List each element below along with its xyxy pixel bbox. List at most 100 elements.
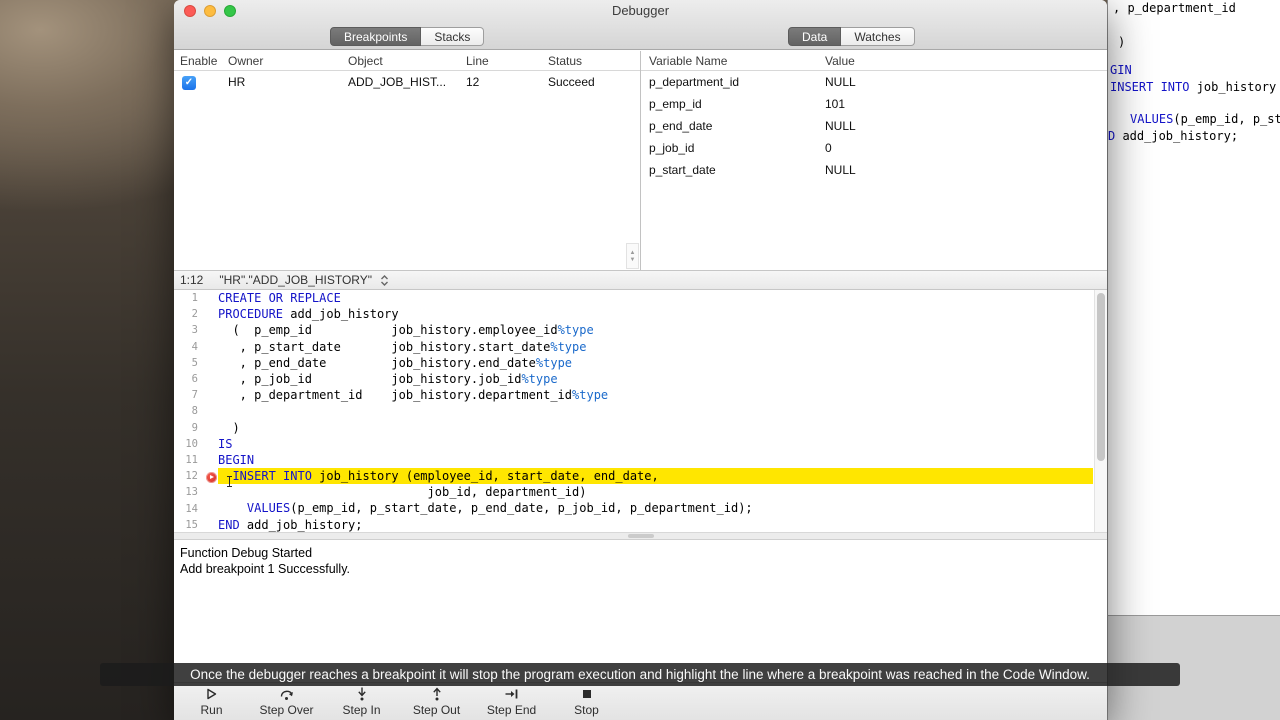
variable-row[interactable]: p_department_id NULL [641, 71, 1107, 93]
debugger-window: Debugger Breakpoints Stacks Data Watches E… [174, 0, 1107, 720]
vertical-scrollbar[interactable] [1094, 290, 1107, 532]
line-number: 13 [185, 486, 198, 499]
background-code-line: , p_department_id [1113, 1, 1236, 15]
tab-stacks[interactable]: Stacks [421, 27, 485, 46]
code-line[interactable]: 10 IS [174, 436, 1107, 452]
video-caption: Once the debugger reaches a breakpoint i… [100, 663, 1180, 686]
variable-row[interactable]: p_end_date NULL [641, 115, 1107, 137]
code-line[interactable]: 15 END add_job_history; [174, 517, 1107, 532]
code-line[interactable]: 11 BEGIN [174, 452, 1107, 468]
line-number: 10 [185, 437, 198, 450]
cell-status: Succeed [548, 75, 595, 89]
text-cursor [227, 476, 232, 487]
code-line[interactable]: 3 ( p_emp_id job_history.employee_id%typ… [174, 322, 1107, 338]
code-line[interactable]: 2 PROCEDURE add_job_history [174, 306, 1107, 322]
vertical-scrollbar-thumb[interactable] [1097, 293, 1105, 461]
code-text: , p_start_date job_history.start_date%ty… [218, 339, 587, 354]
breakpoints-table-header: Enable Owner Object Line Status [174, 51, 640, 71]
code-text: , p_department_id job_history.department… [218, 388, 609, 403]
cell-object: ADD_JOB_HIST... [348, 75, 447, 89]
tab-watches[interactable]: Watches [841, 27, 915, 46]
pane-splitter[interactable] [174, 532, 1107, 540]
code-line[interactable]: 13 job_id, department_id) [174, 484, 1107, 500]
code-line[interactable]: 7 , p_department_id job_history.departme… [174, 387, 1107, 403]
line-number: 2 [191, 308, 198, 321]
object-selector-dropdown[interactable]: "HR"."ADD_JOB_HISTORY" [219, 273, 390, 287]
code-text: INSERT INTO job_history (employee_id, st… [218, 468, 1093, 485]
code-lines: 1 CREATE OR REPLACE 2 PROCEDURE add_job_his… [174, 290, 1107, 532]
log-line: Function Debug Started [180, 546, 313, 560]
code-line[interactable]: 4 , p_start_date job_history.start_date%… [174, 339, 1107, 355]
step-end-icon [504, 687, 520, 701]
variable-value: NULL [825, 75, 856, 89]
column-header-enable[interactable]: Enable [180, 54, 228, 68]
code-text: ) [218, 420, 240, 435]
debug-button-label: Step In [342, 703, 381, 717]
code-line[interactable]: 8 [174, 403, 1107, 419]
debug-button-label: Stop [574, 703, 599, 717]
line-number: 7 [191, 389, 198, 402]
code-editor[interactable]: 1 CREATE OR REPLACE 2 PROCEDURE add_job_his… [174, 290, 1107, 532]
debug-button-label: Step Out [412, 703, 461, 717]
variable-row[interactable]: p_start_date NULL [641, 159, 1107, 181]
code-text: VALUES(p_emp_id, p_start_date, p_end_dat… [246, 501, 753, 516]
debug-toolbar: Run Step Over Step In Step Out Step End Stop [174, 682, 1107, 720]
code-text: ( p_emp_id job_history.employee_id%type [218, 323, 594, 338]
code-editor-header: 1:12 "HR"."ADD_JOB_HISTORY" [174, 270, 1107, 290]
line-number: 9 [191, 421, 198, 434]
code-text: CREATE OR REPLACE [218, 291, 341, 305]
breakpoint-marker[interactable] [206, 472, 217, 484]
step-end-button[interactable]: Step End [474, 687, 549, 717]
column-header-owner[interactable]: Owner [228, 54, 348, 68]
line-number: 12 [174, 470, 218, 484]
stop-button[interactable]: Stop [549, 687, 624, 717]
splitter-grip[interactable] [627, 534, 654, 538]
code-text: PROCEDURE add_job_history [218, 307, 399, 322]
scroll-down-icon: ▼ [629, 256, 636, 263]
cell-owner: HR [228, 75, 246, 89]
top-panels: Enable Owner Object Line Status ✓ HR ADD_JOB_H… [174, 51, 1107, 270]
background-code-line: ) [1118, 35, 1126, 49]
background-code-line: INSERT INTO job_history [1110, 80, 1277, 94]
breakpoint-enabled-checkbox[interactable]: ✓ [182, 76, 196, 90]
variable-value: NULL [825, 119, 856, 133]
variable-row[interactable]: p_job_id 0 [641, 137, 1107, 159]
breakpoint-row[interactable]: ✓ HR ADD_JOB_HIST... 12 Succeed [174, 71, 640, 93]
column-header-value[interactable]: Value [825, 54, 1107, 68]
variable-name: p_end_date [649, 119, 713, 133]
variable-value: NULL [825, 163, 856, 177]
column-header-line[interactable]: Line [466, 54, 548, 68]
column-header-variable-name[interactable]: Variable Name [649, 54, 825, 68]
code-line[interactable]: 5 , p_end_date job_history.end_date%type [174, 355, 1107, 371]
variable-value: 101 [825, 97, 846, 111]
line-number: 5 [191, 356, 198, 369]
tab-data[interactable]: Data [788, 27, 842, 46]
variable-name: p_job_id [649, 141, 695, 155]
code-line[interactable]: 1 CREATE OR REPLACE [174, 290, 1107, 306]
variables-table-body: p_department_id NULL p_emp_id 101 p_end_date… [641, 71, 1107, 181]
log-line: Add breakpoint 1 Successfully. [180, 562, 351, 576]
step-out-button[interactable]: Step Out [399, 687, 474, 717]
object-selector-label: "HR"."ADD_JOB_HISTORY" [219, 273, 372, 287]
tab-breakpoints[interactable]: Breakpoints [330, 27, 422, 46]
scrollbar-stepper[interactable]: ▲ ▼ [626, 243, 639, 269]
variable-row[interactable]: p_emp_id 101 [641, 93, 1107, 115]
column-header-status[interactable]: Status [548, 54, 640, 68]
step-over-button[interactable]: Step Over [249, 687, 324, 717]
background-code-line: VALUES(p_emp_id, p_st [1130, 112, 1280, 126]
line-number: 15 [185, 518, 198, 531]
column-header-object[interactable]: Object [348, 54, 466, 68]
code-text: END add_job_history; [218, 517, 363, 532]
code-line[interactable]: 14 VALUES(p_emp_id, p_start_date, p_end_… [174, 500, 1107, 516]
background-code-window: , p_department_id) GIN INSERT INTO job_his… [1107, 0, 1280, 615]
line-number: 14 [185, 502, 198, 515]
step-in-button[interactable]: Step In [324, 687, 399, 717]
window-chrome: Debugger Breakpoints Stacks Data Watches [174, 0, 1107, 50]
window-title: Debugger [611, 3, 670, 18]
code-line[interactable]: 12 INSERT INTO job_history (employee_id,… [174, 468, 1107, 485]
code-line[interactable]: 9 ) [174, 420, 1107, 436]
code-line[interactable]: 6 , p_job_id job_history.job_id%type [174, 371, 1107, 387]
run-button[interactable]: Run [174, 687, 249, 717]
step-over-icon [279, 687, 295, 701]
